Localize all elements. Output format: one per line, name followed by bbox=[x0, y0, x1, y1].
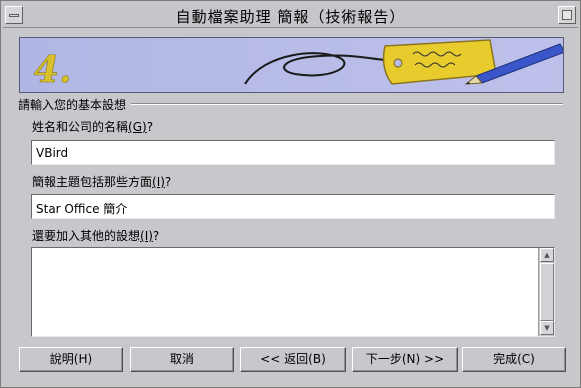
other-field-label: 還要加入其他的設想(I)? bbox=[32, 227, 159, 244]
name-input[interactable]: VBird bbox=[31, 140, 555, 165]
title-bar[interactable]: 自動檔案助理 簡報（技術報告） bbox=[3, 3, 578, 28]
step-number: 4. bbox=[34, 49, 72, 91]
name-label-text: 姓名和公司的名稱 bbox=[32, 120, 129, 134]
help-button[interactable]: 說明(H) bbox=[19, 347, 123, 372]
finish-button[interactable]: 完成(C) bbox=[462, 347, 566, 372]
name-label-suffix: ? bbox=[146, 120, 154, 134]
topic-label-suffix: ? bbox=[164, 175, 172, 189]
other-label-hotkey: (I) bbox=[140, 229, 153, 243]
other-ideas-textarea[interactable]: ▲ ▼ bbox=[31, 247, 555, 337]
section-divider bbox=[131, 103, 563, 105]
other-label-suffix: ? bbox=[152, 229, 160, 243]
maximize-icon bbox=[562, 10, 572, 20]
next-button[interactable]: 下一步(N) >> bbox=[352, 347, 458, 372]
scroll-up-arrow-icon[interactable]: ▲ bbox=[540, 248, 554, 262]
name-field-label: 姓名和公司的名稱(G)? bbox=[32, 118, 153, 135]
topic-label-text: 簡報主題包括那些方面 bbox=[32, 175, 153, 189]
scroll-thumb[interactable] bbox=[540, 263, 554, 321]
topic-input[interactable]: Star Office 簡介 bbox=[31, 194, 555, 219]
section-heading: 請輸入您的基本設想 bbox=[18, 96, 131, 113]
other-label-text: 還要加入其他的設想 bbox=[32, 229, 141, 243]
name-label-hotkey: (G) bbox=[128, 120, 147, 134]
back-button[interactable]: << 返回(B) bbox=[240, 347, 346, 372]
topic-field-label: 簡報主題包括那些方面(I)? bbox=[32, 173, 171, 190]
window-title: 自動檔案助理 簡報（技術報告） bbox=[175, 8, 406, 26]
cancel-button[interactable]: 取消 bbox=[130, 347, 234, 372]
vertical-scrollbar[interactable]: ▲ ▼ bbox=[538, 248, 554, 336]
wizard-window: 自動檔案助理 簡報（技術報告） 4. 請輸入您的基本設想 姓名和公司的名稱(G)… bbox=[0, 0, 581, 388]
maximize-button[interactable] bbox=[558, 6, 576, 24]
banner-illustration: 4. bbox=[20, 38, 563, 92]
wizard-banner: 4. bbox=[19, 37, 564, 93]
topic-label-hotkey: (I) bbox=[152, 175, 165, 189]
scroll-down-arrow-icon[interactable]: ▼ bbox=[540, 321, 554, 335]
